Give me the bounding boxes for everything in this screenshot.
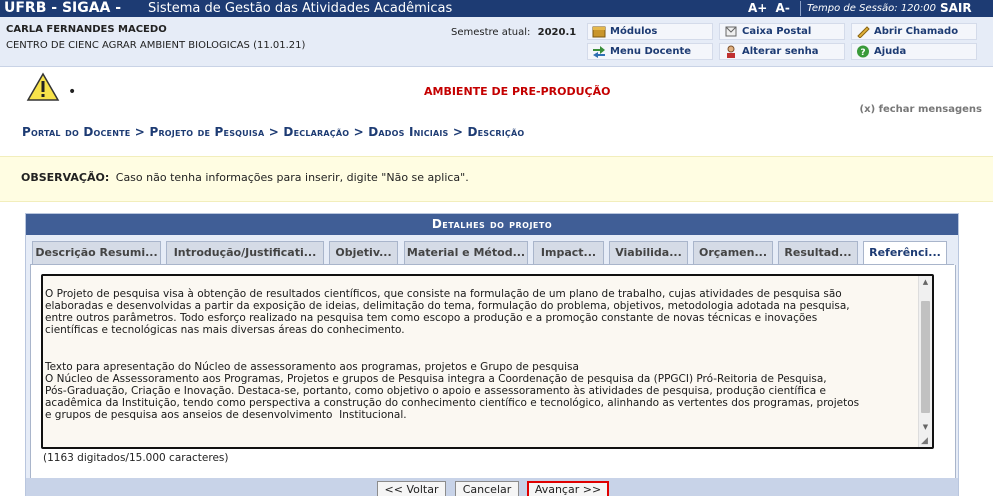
observation-box: OBSERVAÇÃO: Caso não tenha informações p… — [0, 156, 993, 202]
close-messages-link[interactable]: (x) fechar mensagens — [860, 104, 982, 115]
modulos-label: Módulos — [610, 26, 658, 37]
breadcrumb: Portal do Docente > Projeto de Pesquisa … — [22, 125, 525, 139]
scroll-down-arrow-icon[interactable]: ▼ — [919, 421, 932, 434]
abrir-chamado-button[interactable]: Abrir Chamado — [851, 23, 977, 40]
logout-button[interactable]: SAIR — [940, 0, 972, 17]
ajuda-button[interactable]: ? Ajuda — [851, 43, 977, 60]
session-timer: Tempo de Sessão: 120:00 — [800, 1, 936, 16]
help-icon: ? — [857, 45, 869, 58]
tab-introducao-justificativa[interactable]: Introdução/Justificati... — [166, 241, 324, 264]
tab-viabilidade[interactable]: Viabilida... — [609, 241, 688, 264]
user-key-icon — [727, 45, 735, 58]
font-decrease-button[interactable]: A- — [776, 1, 790, 15]
system-name: Sistema de Gestão das Atividades Acadêmi… — [148, 1, 453, 16]
textarea-content: O Projeto de pesquisa visa à obtenção de… — [45, 288, 860, 422]
top-bar: UFRB - SIGAA - Sistema de Gestão das Ati… — [0, 0, 993, 17]
caixa-postal-button[interactable]: Caixa Postal — [719, 23, 845, 40]
brand-title: UFRB - SIGAA - — [4, 0, 122, 16]
warning-icon — [26, 72, 60, 101]
observation-text: Caso não tenha informações para inserir,… — [115, 171, 469, 184]
mailbox-icon — [725, 26, 737, 37]
abrir-chamado-label: Abrir Chamado — [874, 26, 959, 37]
tab-orcamento[interactable]: Orçamen... — [693, 241, 773, 264]
menu-docente-label: Menu Docente — [610, 46, 692, 57]
cancel-button[interactable]: Cancelar — [455, 481, 519, 496]
tab-resultados[interactable]: Resultad... — [778, 241, 858, 264]
panel-title: Detalhes do projeto — [26, 214, 958, 235]
resize-grip-icon[interactable]: ◢ — [921, 436, 931, 446]
arrows-icon — [593, 46, 605, 58]
environment-message: AMBIENTE DE PRE-PRODUÇÃO — [424, 85, 611, 98]
semester-label: Semestre atual: — [451, 27, 531, 38]
description-textarea[interactable]: O Projeto de pesquisa visa à obtenção de… — [41, 274, 934, 449]
modulos-button[interactable]: Módulos — [587, 23, 713, 40]
message-bullet: • — [68, 84, 77, 100]
scroll-up-arrow-icon[interactable]: ▲ — [919, 276, 932, 289]
font-size-controls: A+ A- — [748, 0, 794, 17]
back-button[interactable]: << Voltar — [377, 481, 446, 496]
character-counter: (1163 digitados/15.000 caracteres) — [43, 452, 229, 464]
svg-text:?: ? — [860, 48, 865, 58]
cube-icon — [592, 26, 606, 38]
message-area: • AMBIENTE DE PRE-PRODUÇÃO (x) fechar me… — [0, 68, 993, 118]
semester-value: 2020.1 — [537, 27, 577, 38]
tab-impacto[interactable]: Impact... — [533, 241, 604, 264]
tab-descricao-resumida[interactable]: Descrição Resumi... — [32, 241, 161, 264]
alterar-senha-button[interactable]: Alterar senha — [719, 43, 845, 60]
action-bar: << Voltar Cancelar Avançar >> — [26, 478, 958, 496]
current-semester: Semestre atual: 2020.1 — [451, 27, 576, 38]
session-time: 120:00 — [900, 3, 936, 14]
font-increase-button[interactable]: A+ — [748, 1, 767, 15]
tab-bar: Descrição Resumi... Introdução/Justifica… — [30, 241, 956, 266]
user-unit: CENTRO DE CIENC AGRAR AMBIENT BIOLOGICAS… — [6, 40, 306, 51]
menu-docente-button[interactable]: Menu Docente — [587, 43, 713, 60]
project-details-panel: Detalhes do projeto Descrição Resumi... … — [25, 213, 959, 496]
textarea-scrollbar[interactable]: ▲ ▼ — [918, 276, 932, 447]
tab-referencias[interactable]: Referênci... — [863, 241, 947, 266]
ticket-icon — [857, 26, 870, 38]
tab-material-metodos[interactable]: Material e Métod... — [404, 241, 528, 264]
ajuda-label: Ajuda — [874, 46, 907, 57]
session-label: Tempo de Sessão: — [807, 3, 898, 14]
alterar-senha-label: Alterar senha — [742, 46, 819, 57]
caixa-postal-label: Caixa Postal — [742, 26, 812, 37]
tab-content: O Projeto de pesquisa visa à obtenção de… — [30, 265, 956, 496]
tab-objetivos[interactable]: Objetiv... — [329, 241, 398, 264]
scroll-thumb[interactable] — [921, 301, 930, 413]
user-name: CARLA FERNANDES MACEDO — [6, 24, 167, 35]
user-bar: CARLA FERNANDES MACEDO CENTRO DE CIENC A… — [0, 17, 993, 67]
next-button[interactable]: Avançar >> — [527, 481, 609, 496]
observation-label: OBSERVAÇÃO: — [21, 171, 110, 184]
